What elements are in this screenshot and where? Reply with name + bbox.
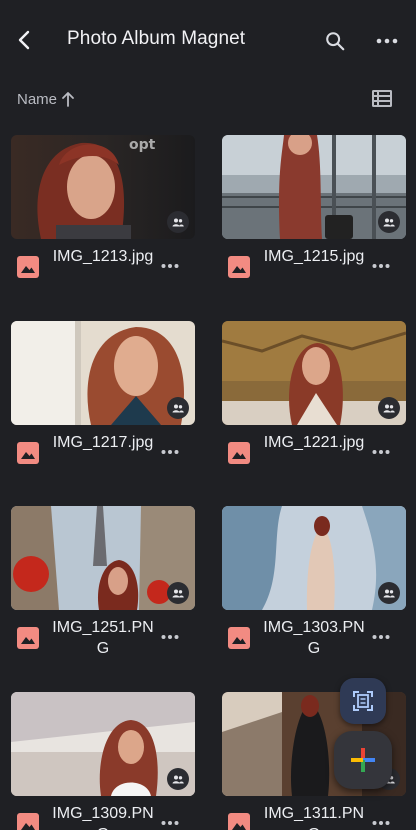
shared-badge [167, 582, 189, 604]
file-card[interactable]: IMG_1215.jpg [222, 135, 406, 305]
scan-document-button[interactable] [340, 678, 386, 724]
file-card[interactable]: opt IMG_1213.jpg [11, 135, 195, 305]
image-thumbnail[interactable] [222, 506, 406, 610]
svg-text:opt: opt [129, 137, 156, 153]
image-thumbnail[interactable] [11, 506, 195, 610]
file-name: IMG_1309.PNG [52, 805, 154, 830]
more-horizontal-icon [372, 450, 390, 454]
file-name: IMG_1213.jpg [52, 248, 154, 265]
more-horizontal-icon [161, 264, 179, 268]
image-icon [17, 442, 39, 464]
image-icon [228, 256, 250, 278]
file-card[interactable]: IMG_1217.jpg [11, 321, 195, 491]
people-icon [172, 218, 184, 226]
image-thumbnail[interactable]: opt [11, 135, 195, 239]
shared-badge [378, 397, 400, 419]
shared-badge [167, 211, 189, 233]
image-icon [17, 627, 39, 649]
image-icon [17, 256, 39, 278]
more-horizontal-icon [372, 264, 390, 268]
file-name: IMG_1215.jpg [263, 248, 365, 265]
file-card[interactable]: IMG_1303.PNG [222, 506, 406, 676]
image-thumbnail[interactable] [222, 135, 406, 239]
file-name: IMG_1221.jpg [263, 434, 365, 451]
drive-folder-screen: Photo Album Magnet Name opt IMG_1213.jpg… [0, 0, 416, 830]
file-name: IMG_1311.PNG [263, 805, 365, 830]
more-horizontal-icon [161, 635, 179, 639]
file-card[interactable]: IMG_1309.PNG [11, 692, 195, 830]
file-more-button[interactable] [157, 626, 183, 648]
file-name: IMG_1303.PNG [263, 619, 365, 657]
file-more-button[interactable] [157, 255, 183, 277]
people-icon [172, 589, 184, 597]
people-icon [172, 775, 184, 783]
people-icon [383, 218, 395, 226]
image-thumbnail[interactable] [222, 321, 406, 425]
file-card[interactable]: IMG_1221.jpg [222, 321, 406, 491]
file-more-button[interactable] [368, 255, 394, 277]
shared-badge [167, 768, 189, 790]
file-more-button[interactable] [368, 812, 394, 830]
file-more-button[interactable] [368, 441, 394, 463]
image-icon [228, 442, 250, 464]
people-icon [383, 404, 395, 412]
image-thumbnail[interactable] [11, 692, 195, 796]
more-horizontal-icon [372, 635, 390, 639]
image-icon [228, 813, 250, 830]
image-thumbnail[interactable] [11, 321, 195, 425]
file-card[interactable]: IMG_1251.PNG [11, 506, 195, 676]
shared-badge [378, 211, 400, 233]
image-icon [228, 627, 250, 649]
plus-icon [351, 748, 375, 772]
shared-badge [167, 397, 189, 419]
file-more-button[interactable] [157, 812, 183, 830]
file-more-button[interactable] [368, 626, 394, 648]
image-icon [17, 813, 39, 830]
more-horizontal-icon [161, 450, 179, 454]
people-icon [172, 404, 184, 412]
file-more-button[interactable] [157, 441, 183, 463]
new-item-button[interactable] [334, 731, 392, 789]
more-horizontal-icon [161, 821, 179, 825]
file-name: IMG_1217.jpg [52, 434, 154, 451]
file-name: IMG_1251.PNG [52, 619, 154, 657]
document-scan-icon [353, 691, 373, 711]
shared-badge [378, 582, 400, 604]
people-icon [383, 589, 395, 597]
more-horizontal-icon [372, 821, 390, 825]
